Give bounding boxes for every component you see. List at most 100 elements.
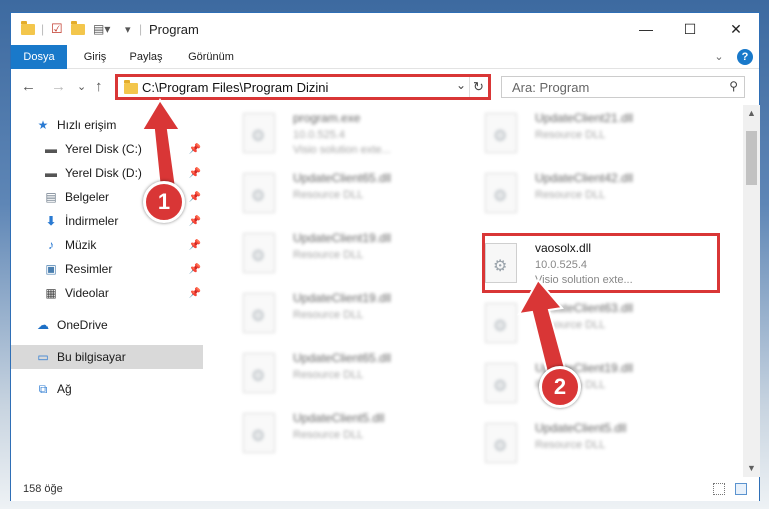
cloud-icon: ☁ [37,318,49,332]
sidebar-item-local-disk-d[interactable]: ▬ Yerel Disk (D:) 📌 [11,161,203,185]
back-arrow-icon[interactable]: ← [21,78,36,95]
download-icon: ⬇ [45,214,57,228]
highlight-box [482,233,720,293]
pin-icon[interactable]: 📌 [189,240,201,251]
close-button[interactable]: ✕ [713,13,759,45]
file-item[interactable]: UpdateClient19.dll Resource DLL [229,229,449,285]
file-description: Resource DLL [535,189,606,201]
new-folder-icon[interactable] [71,20,85,37]
sidebar-item-music[interactable]: ♪ Müzik 📌 [11,233,203,257]
recent-locations-icon[interactable]: ⌄ [77,80,86,93]
file-item[interactable]: program.exe 10.0.525.4 Visio solution ex… [229,109,449,165]
file-item[interactable]: UpdateClient19.dll Resource DLL [471,359,691,415]
customize-toolbar-icon[interactable]: ▤▾ [93,21,110,37]
separator: | [41,22,45,36]
tab-share[interactable]: Paylaş [123,45,169,69]
file-name: program.exe [293,111,361,125]
file-item[interactable]: UpdateClient5.dll Resource DLL [229,409,449,465]
file-description: Resource DLL [293,309,364,321]
scroll-up-icon[interactable]: ▲ [743,105,760,122]
sidebar-item-label: Hızlı erişim [57,118,117,132]
address-bar[interactable]: C:\Program Files\Program Dizini ⌄ ↻ [115,74,491,100]
tab-home[interactable]: Giriş [73,45,117,69]
file-item[interactable]: UpdateClient5.dll Resource DLL [471,419,691,475]
dll-file-icon [243,293,275,333]
sidebar-item-pictures[interactable]: ▣ Resimler 📌 [11,257,203,281]
computer-icon: ▭ [37,350,49,364]
sidebar-item-network[interactable]: ⧉ Ağ [11,377,203,401]
scroll-down-icon[interactable]: ▼ [743,460,760,477]
sidebar-item-videos[interactable]: ▦ Videolar 📌 [11,281,203,305]
exe-file-icon [243,113,275,153]
properties-icon[interactable]: ☑ [51,21,63,37]
dll-file-icon [485,363,517,403]
callout-badge-2: 2 [539,366,581,408]
forward-arrow-icon[interactable]: → [51,78,66,95]
file-list: program.exe 10.0.525.4 Visio solution ex… [215,105,743,475]
dropdown-icon[interactable]: ▾ [125,21,131,37]
pin-icon[interactable]: 📌 [189,144,201,155]
sidebar-item-label: Resimler [65,262,113,276]
file-item[interactable]: UpdateClient19.dll Resource DLL [229,289,449,345]
file-name: UpdateClient65.dll [293,351,392,365]
pin-icon[interactable]: 📌 [189,216,201,227]
dll-file-icon [243,173,275,213]
large-icons-view-icon[interactable] [735,483,747,495]
dll-file-icon [485,423,517,463]
scroll-thumb[interactable] [746,131,757,185]
tab-view[interactable]: Görünüm [181,45,241,69]
star-icon: ★ [37,118,49,132]
status-bar: 158 öğe [11,477,759,501]
sidebar-item-label: Belgeler [65,190,110,204]
minimize-button[interactable]: — [623,13,669,45]
video-icon: ▦ [45,286,57,300]
pin-icon[interactable]: 📌 [189,264,201,275]
help-icon[interactable]: ? [737,49,753,65]
file-version: 10.0.525.4 [293,129,345,141]
pin-icon[interactable]: 📌 [189,288,201,299]
navigation-bar: ← → ⌄ ↑ C:\Program Files\Program Dizini … [11,70,759,104]
file-description: Resource DLL [293,369,364,381]
file-item[interactable]: UpdateClient63.dll Resource DLL [471,299,691,355]
maximize-button[interactable]: ☐ [667,13,713,45]
file-name: UpdateClient5.dll [535,421,627,435]
sidebar-item-onedrive[interactable]: ☁ OneDrive [11,313,203,337]
file-name: UpdateClient19.dll [293,231,392,245]
address-path: C:\Program Files\Program Dizini [142,80,329,95]
dll-file-icon [243,233,275,273]
sidebar-item-this-pc[interactable]: ▭ Bu bilgisayar [11,345,203,369]
sidebar-item-label: Ağ [57,382,72,396]
window-title: Program [149,22,199,37]
file-description: Visio solution exte... [293,144,391,156]
sidebar-item-label: Videolar [65,286,109,300]
sidebar-item-local-disk-c[interactable]: ▬ Yerel Disk (C:) 📌 [11,137,203,161]
file-name: UpdateClient42.dll [535,171,634,185]
file-name: UpdateClient5.dll [293,411,385,425]
folder-icon [21,20,35,37]
file-item[interactable]: UpdateClient65.dll Resource DLL [229,169,449,225]
refresh-icon[interactable]: ↻ [469,77,487,97]
details-view-icon[interactable] [713,483,725,495]
vertical-scrollbar[interactable]: ▲ ▼ [743,105,760,477]
search-placeholder: Ara: Program [512,80,590,95]
pin-icon[interactable]: 📌 [189,192,201,203]
search-icon: ⚲ [729,79,738,93]
sidebar-item-quick-access[interactable]: ★ Hızlı erişim [11,113,203,137]
expand-ribbon-icon[interactable]: ⌄ [711,45,727,69]
callout-badge-1: 1 [143,181,185,223]
search-input[interactable]: Ara: Program ⚲ [501,76,745,98]
up-arrow-icon[interactable]: ↑ [95,78,103,95]
tab-file[interactable]: Dosya [11,45,67,69]
network-icon: ⧉ [38,381,48,396]
explorer-window: | ☑ ▤▾ ▾ | Program — ☐ ✕ Dosya Giriş Pay… [10,12,760,501]
address-dropdown-icon[interactable]: ⌄ [456,78,466,92]
file-item[interactable]: UpdateClient21.dll Resource DLL [471,109,691,165]
file-description: Resource DLL [535,319,606,331]
pin-icon[interactable]: 📌 [189,168,201,179]
sidebar-item-label: Yerel Disk (D:) [65,166,142,180]
file-name: UpdateClient19.dll [293,291,392,305]
sidebar-item-label: Müzik [65,238,97,252]
dll-file-icon [485,173,517,213]
file-item[interactable]: UpdateClient42.dll Resource DLL [471,169,691,225]
file-item[interactable]: UpdateClient65.dll Resource DLL [229,349,449,405]
